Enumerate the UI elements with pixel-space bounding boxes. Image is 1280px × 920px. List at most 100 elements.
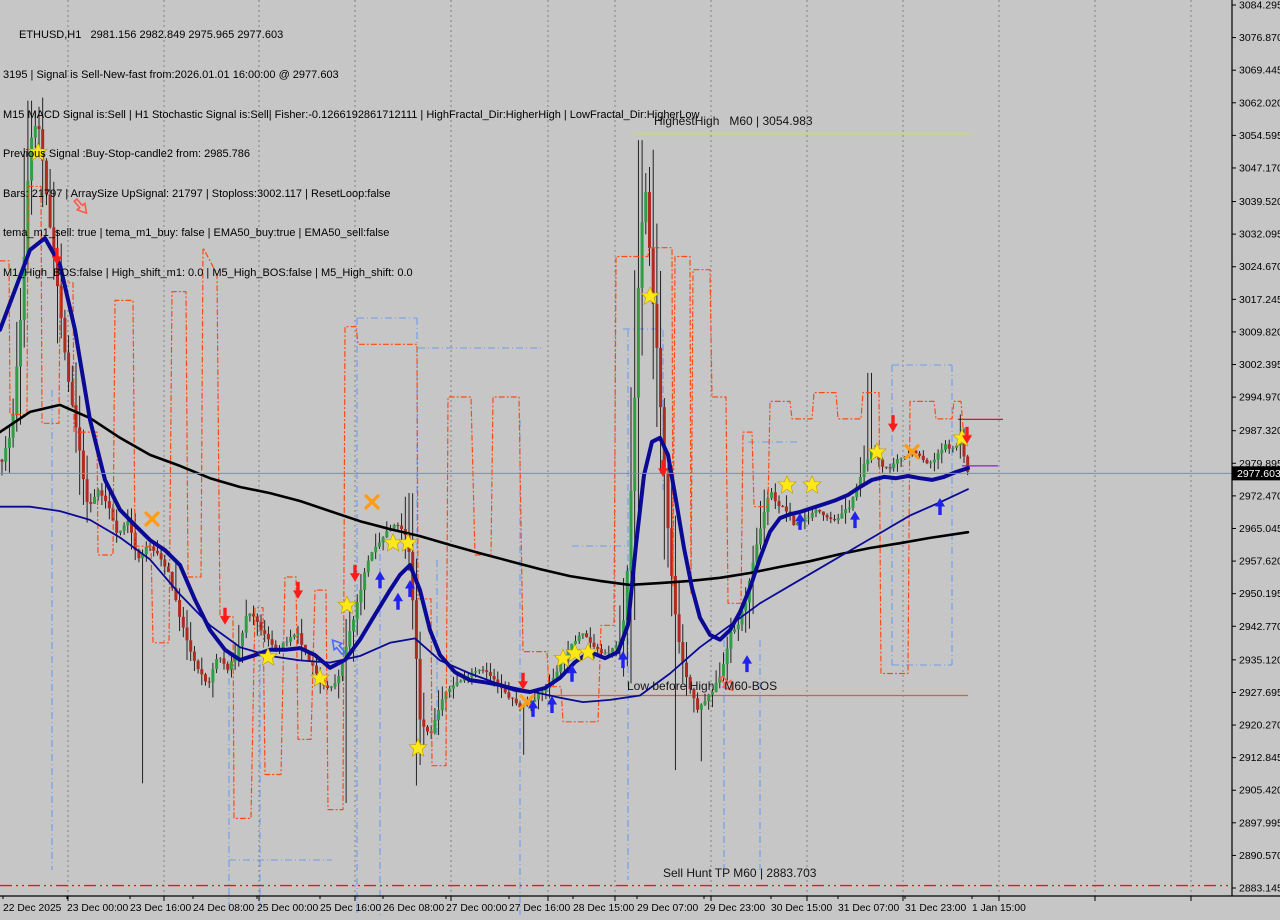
buy-arrow-icon (795, 513, 805, 530)
candle-body (781, 506, 784, 507)
price-tick-label: 2897.995 (1239, 817, 1280, 829)
candle-body (356, 602, 359, 619)
cross-signal-icon (146, 513, 158, 525)
info-line-bars: Bars: 21797 | ArraySize UpSignal: 21797 … (3, 188, 699, 201)
candle-body (852, 497, 855, 507)
info-line-bos: M1_High_BOS:false | High_shift_m1: 0.0 |… (3, 267, 699, 280)
current-price-tag-label: 2977.603 (1237, 468, 1280, 480)
candle-body (115, 521, 118, 533)
candle-body (448, 689, 451, 692)
price-axis[interactable]: 3084.2953076.8703069.4453062.0203054.595… (1232, 0, 1280, 895)
time-axis[interactable]: 22 Dec 202523 Dec 00:0023 Dec 16:0024 De… (3, 896, 1191, 914)
candle-body (371, 552, 374, 560)
candle-body (145, 547, 148, 555)
candle-body (315, 665, 318, 673)
candle-body (485, 670, 488, 672)
candle-body (896, 459, 899, 464)
info-line-previous-signal: Previous Signal :Buy-Stop-candle2 from: … (3, 148, 699, 161)
candle-body (837, 518, 840, 520)
candle-body (267, 634, 270, 639)
candle-body (12, 415, 15, 438)
candle-body (937, 453, 940, 459)
candle-body (848, 508, 851, 509)
candle-body (100, 490, 103, 495)
candle-body (866, 459, 869, 464)
mt4-chart-window: 3084.2953076.8703069.4453062.0203054.595… (0, 0, 1280, 920)
price-tick-label: 3084.295 (1239, 0, 1280, 12)
candle-body (593, 643, 596, 647)
annotation-low-before-high: Low before High M60-BOS (627, 679, 777, 693)
candle-body (482, 670, 485, 671)
candle-body (426, 727, 429, 732)
candle-body (778, 501, 781, 506)
candle-body (422, 720, 425, 727)
candle-body (948, 444, 951, 448)
candle-body (352, 619, 355, 631)
time-tick-label: 29 Dec 07:00 (637, 903, 699, 914)
price-tick-label: 2994.970 (1239, 392, 1280, 404)
price-tick-label: 2890.570 (1239, 850, 1280, 862)
candle-body (359, 590, 362, 602)
candle-body (585, 633, 588, 637)
candle-body (163, 559, 166, 566)
time-tick-label: 23 Dec 00:00 (67, 903, 129, 914)
candle-body (82, 451, 85, 480)
candle-body (763, 512, 766, 528)
candle-body (815, 510, 818, 513)
candle-body (733, 629, 736, 632)
candle-body (581, 633, 584, 635)
candle-body (574, 641, 577, 644)
candle-body (160, 553, 163, 559)
annotation-sell-hunt-tp: Sell Hunt TP M60 | 2883.703 (663, 866, 816, 880)
price-tick-label: 2935.120 (1239, 654, 1280, 666)
candle-body (193, 652, 196, 661)
price-tick-label: 2972.470 (1239, 490, 1280, 502)
candle-body (215, 659, 218, 669)
time-tick-label: 31 Dec 07:00 (838, 903, 900, 914)
candle-body (604, 653, 607, 654)
candle-body (378, 543, 381, 547)
price-tick-label: 2950.195 (1239, 588, 1280, 600)
candle-body (4, 448, 7, 462)
star-signal-icon (409, 739, 427, 756)
candle-body (607, 652, 610, 653)
candle-body (219, 658, 222, 659)
buy-arrow-icon (850, 511, 860, 528)
candle-body (844, 509, 847, 513)
candle-body (892, 464, 895, 468)
star-signal-icon (338, 596, 356, 613)
candle-body (596, 647, 599, 649)
candle-body (178, 600, 181, 617)
candle-body (293, 635, 296, 637)
candle-body (940, 450, 943, 454)
candle-body (152, 547, 155, 551)
candle-body (223, 658, 226, 663)
sell-arrow-icon (293, 582, 303, 599)
time-tick-label: 27 Dec 16:00 (509, 903, 571, 914)
price-tick-label: 3024.670 (1239, 261, 1280, 273)
price-tick-label: 3017.245 (1239, 294, 1280, 306)
time-tick-label: 30 Dec 15:00 (771, 903, 833, 914)
candle-body (348, 631, 351, 646)
candle-body (419, 659, 422, 720)
candle-body (8, 438, 11, 448)
candle-body (248, 614, 251, 616)
candle-body (200, 669, 203, 674)
price-tick-label: 3039.520 (1239, 196, 1280, 208)
candle-body (211, 669, 214, 682)
candle-body (182, 617, 185, 628)
candle-body (704, 701, 707, 704)
candle-body (256, 617, 259, 622)
candle-body (433, 720, 436, 733)
candle-body (15, 366, 18, 414)
price-tick-label: 2912.845 (1239, 752, 1280, 764)
candle-body (400, 526, 403, 529)
candle-body (667, 473, 670, 528)
candle-body (785, 506, 788, 511)
ema50-black-line (0, 405, 968, 585)
candle-body (615, 645, 618, 648)
candle-body (374, 547, 377, 553)
candle-body (337, 676, 340, 683)
candle-body (822, 512, 825, 516)
candle-body (204, 674, 207, 681)
